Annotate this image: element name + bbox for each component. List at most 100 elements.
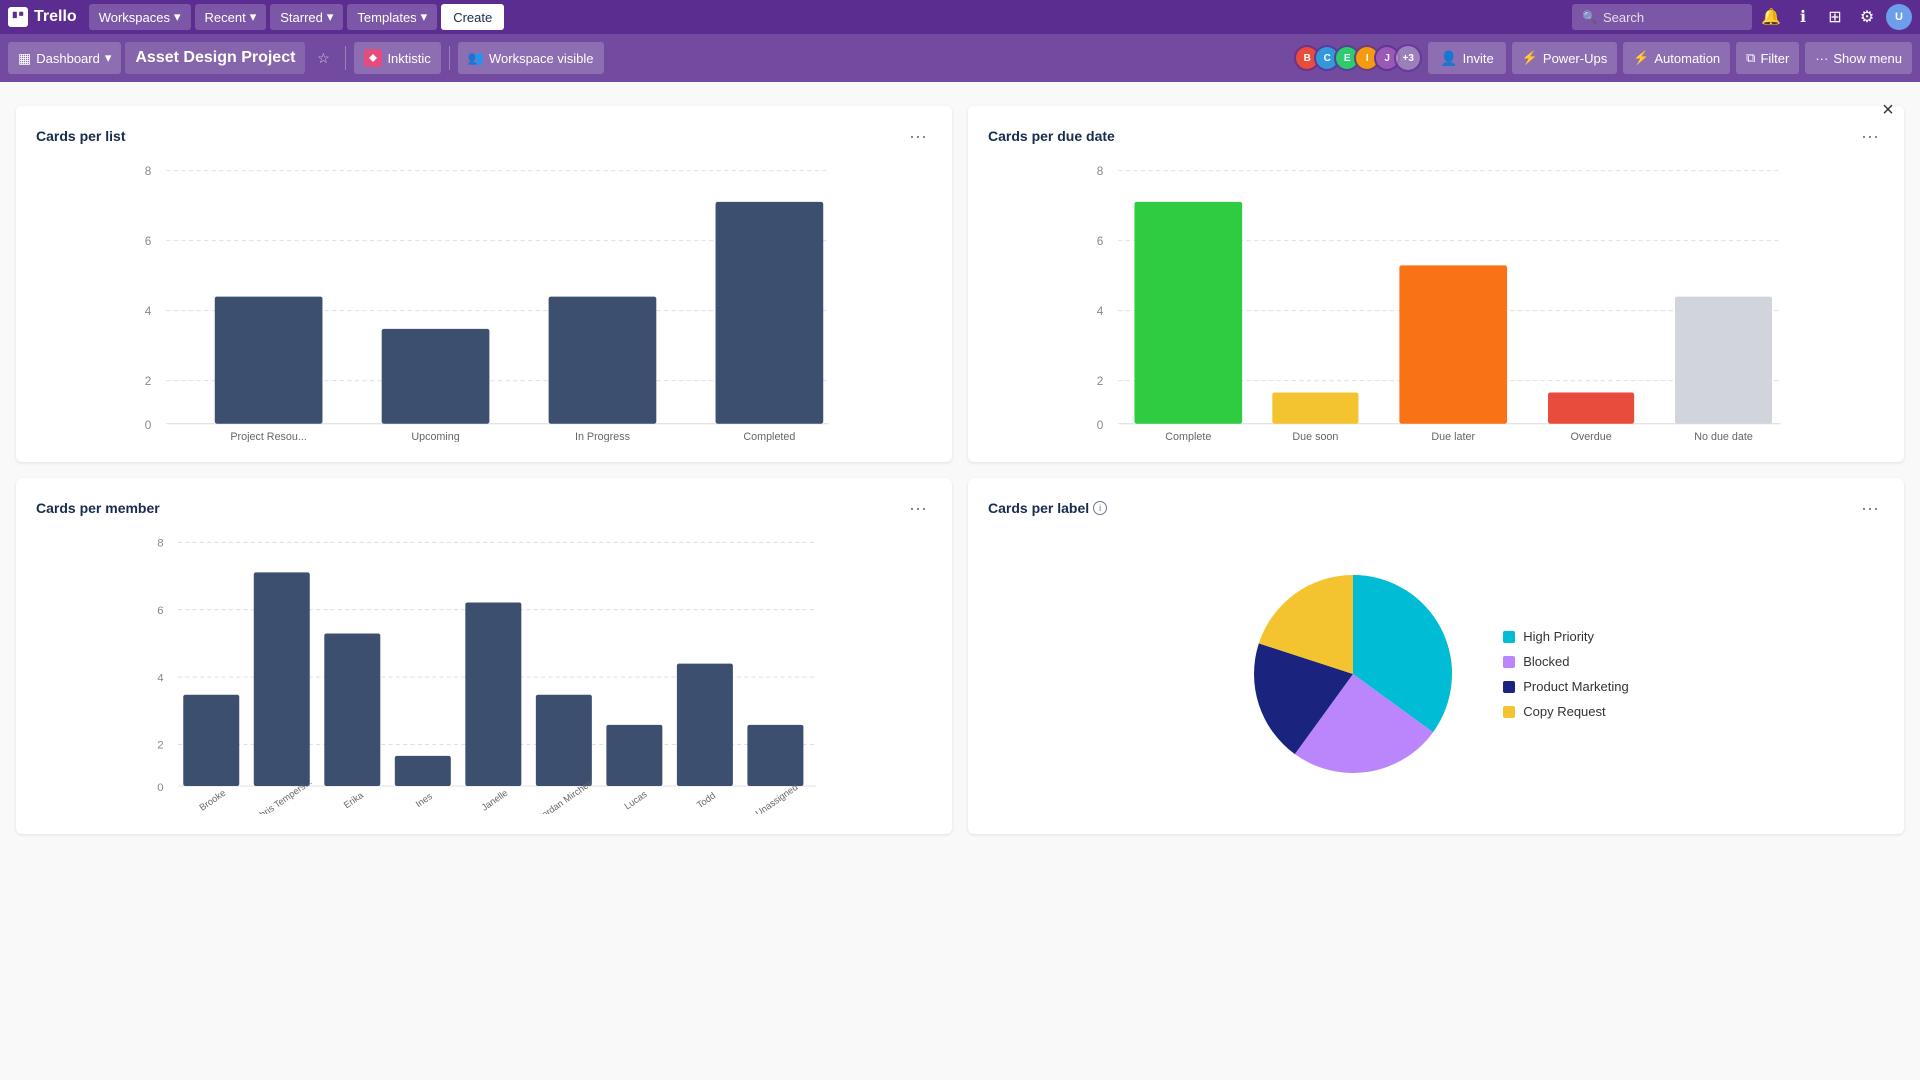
svg-text:Complete: Complete	[1165, 431, 1211, 442]
chart-more-button[interactable]: ···	[904, 122, 932, 150]
svg-text:8: 8	[1097, 164, 1104, 178]
apps-button[interactable]: ⊞	[1822, 4, 1848, 30]
chart-title-4: Cards per label	[988, 500, 1089, 516]
workspaces-button[interactable]: Workspaces ▾	[89, 4, 191, 30]
chart-title-2: Cards per due date	[988, 128, 1115, 144]
chart-title: Cards per list	[36, 128, 125, 144]
automation-button[interactable]: ⚡ Automation	[1623, 42, 1730, 74]
chart-more-button-2[interactable]: ···	[1856, 122, 1884, 150]
dashboard-grid: Cards per list ··· 8 6 4 2 0	[16, 98, 1904, 834]
legend-dot-high-priority	[1503, 631, 1515, 643]
chart-header: Cards per list ···	[36, 122, 932, 150]
dashboard-content: × Cards per list ··· 8 6 4 2 0	[0, 82, 1920, 1080]
workspace-icon	[364, 49, 382, 67]
cards-per-list-chart: 8 6 4 2 0 Project Resou...	[36, 162, 932, 442]
legend-item-product-marketing: Product Marketing	[1503, 679, 1629, 694]
svg-text:Janelle: Janelle	[480, 788, 510, 813]
svg-text:4: 4	[1097, 304, 1104, 318]
svg-text:0: 0	[145, 418, 152, 432]
trello-icon	[8, 7, 28, 27]
chart-header-2: Cards per due date ···	[988, 122, 1884, 150]
star-button[interactable]: ☆	[309, 44, 337, 72]
create-button[interactable]: Create	[441, 4, 504, 30]
members-overflow[interactable]: +3	[1394, 44, 1422, 72]
chart-header-4: Cards per label i ···	[988, 494, 1884, 522]
settings-button[interactable]: ⚙	[1854, 4, 1880, 30]
templates-button[interactable]: Templates ▾	[347, 4, 437, 30]
dashboard-button[interactable]: ▦ Dashboard ▾	[8, 42, 121, 74]
legend-item-copy-request: Copy Request	[1503, 704, 1629, 719]
pie-chart-svg	[1243, 564, 1463, 784]
top-nav-right: 🔍 Search 🔔 ℹ ⊞ ⚙ U	[1572, 4, 1912, 30]
board-nav-right: B C E I J +3 👤 Invite ⚡ Power-Ups ⚡ Auto…	[1294, 42, 1912, 74]
info-icon[interactable]: i	[1093, 501, 1107, 515]
cards-per-member-card: Cards per member ··· 8 6 4 2 0 B	[16, 478, 952, 834]
svg-text:Project Resou...: Project Resou...	[230, 431, 306, 442]
svg-text:In Progress: In Progress	[575, 431, 630, 442]
power-ups-button[interactable]: ⚡ Power-Ups	[1512, 42, 1617, 74]
chart-more-button-3[interactable]: ···	[904, 494, 932, 522]
filter-button[interactable]: ⧉ Filter	[1736, 42, 1799, 74]
starred-button[interactable]: Starred ▾	[270, 4, 343, 30]
notification-button[interactable]: 🔔	[1758, 4, 1784, 30]
cards-per-label-card: Cards per label i ···	[968, 478, 1904, 834]
chart-title-3: Cards per member	[36, 500, 160, 516]
show-menu-button[interactable]: ··· Show menu	[1805, 42, 1912, 74]
bar-chart-svg: 8 6 4 2 0 Project Resou...	[36, 162, 932, 442]
svg-text:Todd: Todd	[695, 790, 717, 810]
cards-per-member-chart: 8 6 4 2 0 Brooke Chris Tempers...	[36, 534, 932, 814]
visibility-button[interactable]: 👥 Workspace visible	[458, 42, 604, 74]
app-name: Trello	[34, 8, 77, 26]
svg-text:Unassigned: Unassigned	[754, 782, 800, 814]
workspace-button[interactable]: Inktistic	[354, 42, 440, 74]
nav-divider	[345, 46, 346, 70]
svg-text:8: 8	[157, 537, 163, 549]
svg-text:2: 2	[1097, 374, 1104, 388]
legend-item-high-priority: High Priority	[1503, 629, 1629, 644]
svg-text:0: 0	[157, 782, 163, 794]
svg-text:4: 4	[157, 672, 163, 684]
due-date-chart-svg: 8 6 4 2 0 Complete Due soon	[988, 162, 1884, 442]
user-avatar[interactable]: U	[1886, 4, 1912, 30]
svg-text:Due soon: Due soon	[1292, 431, 1338, 442]
svg-text:4: 4	[145, 304, 152, 318]
board-navigation: ▦ Dashboard ▾ Asset Design Project ☆ Ink…	[0, 34, 1920, 82]
members-avatars: B C E I J +3	[1294, 44, 1422, 72]
svg-text:Upcoming: Upcoming	[411, 431, 459, 442]
legend-dot-blocked	[1503, 656, 1515, 668]
svg-text:2: 2	[145, 374, 152, 388]
svg-text:6: 6	[157, 605, 163, 617]
recent-button[interactable]: Recent ▾	[195, 4, 267, 30]
svg-text:Lucas: Lucas	[623, 789, 649, 812]
chart-title-group: Cards per label i	[988, 500, 1107, 516]
svg-text:2: 2	[157, 740, 163, 752]
svg-text:Completed: Completed	[743, 431, 795, 442]
info-button[interactable]: ℹ	[1790, 4, 1816, 30]
svg-text:Erika: Erika	[342, 790, 366, 811]
chart-more-button-4[interactable]: ···	[1856, 494, 1884, 522]
svg-text:8: 8	[145, 164, 152, 178]
pie-legend: High Priority Blocked Product Marketing …	[1503, 629, 1629, 719]
svg-text:Ines: Ines	[414, 791, 434, 809]
chart-header-3: Cards per member ···	[36, 494, 932, 522]
invite-button[interactable]: 👤 Invite	[1428, 42, 1506, 74]
cards-per-list-card: Cards per list ··· 8 6 4 2 0	[16, 106, 952, 462]
cards-per-duedate-chart: 8 6 4 2 0 Complete Due soon	[988, 162, 1884, 442]
pie-chart-container: High Priority Blocked Product Marketing …	[988, 534, 1884, 814]
legend-dot-product-marketing	[1503, 681, 1515, 693]
trello-logo[interactable]: Trello	[8, 7, 77, 27]
board-title[interactable]: Asset Design Project	[125, 42, 305, 74]
svg-text:No due date: No due date	[1694, 431, 1753, 442]
search-bar[interactable]: 🔍 Search	[1572, 4, 1752, 30]
nav-divider-2	[449, 46, 450, 70]
cards-per-due-date-card: Cards per due date ··· 8 6 4 2 0	[968, 106, 1904, 462]
legend-dot-copy-request	[1503, 706, 1515, 718]
legend-item-blocked: Blocked	[1503, 654, 1629, 669]
svg-text:Due later: Due later	[1431, 431, 1475, 442]
member-chart-svg: 8 6 4 2 0 Brooke Chris Tempers...	[36, 534, 932, 814]
svg-text:6: 6	[145, 234, 152, 248]
svg-text:Overdue: Overdue	[1570, 431, 1611, 442]
svg-text:6: 6	[1097, 234, 1104, 248]
svg-text:Brooke: Brooke	[198, 788, 228, 813]
close-button[interactable]: ×	[1872, 94, 1904, 126]
